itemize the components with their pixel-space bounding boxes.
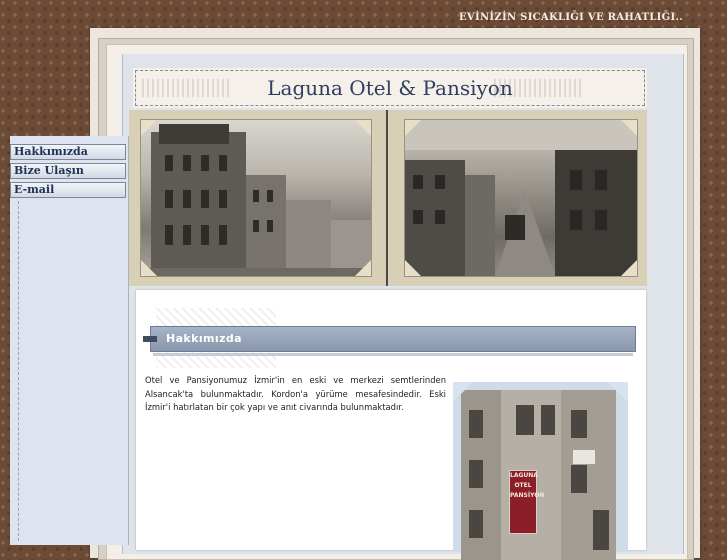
hotel-sign-line: LAGUNA (510, 472, 538, 479)
hotel-sign: LAGUNA OTEL PANSİYON (509, 470, 545, 534)
hotel-facade-illustration (461, 390, 616, 560)
hotel-sign-line: PANSİYON (510, 492, 545, 499)
main-content: Hakkımızda Otel ve Pansiyonumuz İzmir'in… (136, 290, 646, 560)
photo-divider (386, 110, 388, 286)
historic-building-illustration (141, 124, 371, 276)
section-header: Hakkımızda (143, 326, 636, 356)
hotel-sign-line: OTEL (514, 482, 532, 489)
historic-building-photo (141, 120, 371, 276)
section-marker-icon (143, 336, 157, 342)
sidebar: Hakkımızda Bize Ulaşın E-mail (10, 136, 129, 545)
nav-item-hakkimizda[interactable]: Hakkımızda (10, 144, 126, 160)
nav-item-bize-ulasin[interactable]: Bize Ulaşın (10, 163, 126, 179)
site-title: Laguna Otel & Pansiyon (267, 76, 513, 100)
header-photo-strip (129, 110, 647, 286)
nav-item-email[interactable]: E-mail (10, 182, 126, 198)
section-title: Hakkımızda (166, 332, 242, 345)
about-text: Otel ve Pansiyonumuz İzmir'in en eski ve… (145, 375, 446, 412)
hotel-photo-frame: LAGUNA OTEL PANSİYON (453, 382, 628, 560)
site-tagline: EVİNİZİN SICAKLIĞI VE RAHATLIĞI.. (459, 12, 684, 23)
historic-street-photo (405, 120, 637, 276)
header-banner: Laguna Otel & Pansiyon (133, 68, 647, 108)
hotel-facade-photo: LAGUNA OTEL PANSİYON (461, 390, 616, 560)
sidebar-panel (18, 201, 123, 541)
historic-street-illustration (405, 120, 637, 276)
